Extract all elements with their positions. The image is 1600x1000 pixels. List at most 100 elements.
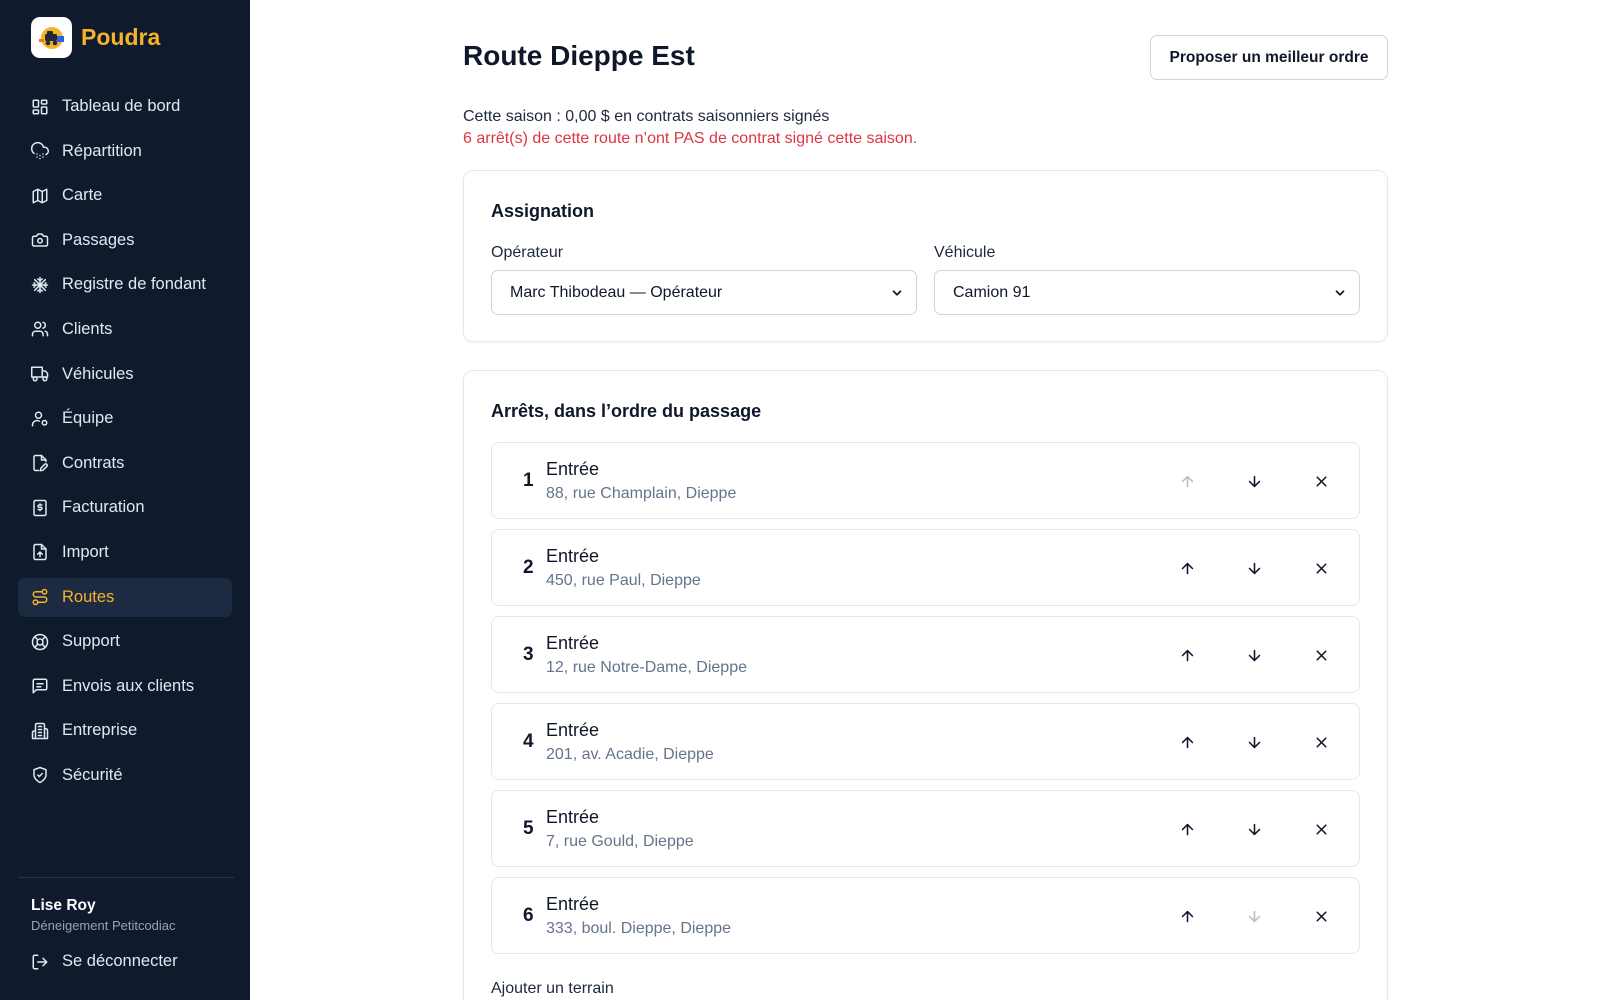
move-down-button[interactable] [1241, 555, 1267, 581]
move-up-button[interactable] [1174, 642, 1200, 668]
move-up-button[interactable] [1174, 903, 1200, 929]
remove-stop-button[interactable] [1308, 642, 1334, 668]
stop-address: 450, rue Paul, Dieppe [546, 572, 701, 589]
stop-name: Entrée [546, 720, 600, 740]
remove-stop-button[interactable] [1308, 903, 1334, 929]
sidebar-item-securite[interactable]: Sécurité [18, 756, 232, 795]
move-down-button[interactable] [1241, 642, 1267, 668]
sidebar-item-repartition[interactable]: Répartition [18, 132, 232, 171]
stop-address: 333, boul. Dieppe, Dieppe [546, 920, 732, 937]
close-icon [1315, 475, 1327, 487]
arrow-down-icon [1248, 562, 1260, 574]
move-up-button[interactable] [1174, 555, 1200, 581]
operator-label: Opérateur [491, 244, 564, 261]
users-icon [31, 321, 49, 337]
stop-number: 1 [523, 470, 534, 491]
close-icon [1315, 823, 1327, 835]
sidebar-item-label: Entreprise [62, 721, 138, 740]
file-edit-icon [33, 455, 48, 472]
move-down-button[interactable] [1241, 468, 1267, 494]
remove-stop-button[interactable] [1308, 816, 1334, 842]
sidebar-item-equipe[interactable]: Équipe [18, 399, 232, 438]
arrow-down-icon [1248, 823, 1260, 835]
sidebar-item-carte[interactable]: Carte [18, 176, 232, 215]
arrow-up-icon [1181, 649, 1193, 661]
sidebar-item-passages[interactable]: Passages [18, 221, 232, 260]
brand[interactable]: Poudra [31, 17, 160, 58]
arrow-up-icon [1181, 910, 1193, 922]
stop-name: Entrée [546, 459, 600, 479]
arrow-down-icon [1248, 910, 1260, 922]
sidebar-item-label: Carte [62, 186, 103, 205]
arrow-up-icon [1181, 475, 1193, 487]
sidebar-item-clients[interactable]: Clients [18, 310, 232, 349]
move-up-button[interactable] [1174, 729, 1200, 755]
remove-stop-button[interactable] [1308, 555, 1334, 581]
shield-icon [33, 767, 47, 784]
remove-stop-button[interactable] [1308, 468, 1334, 494]
stop-row: 3 Entrée 12, rue Notre-Dame, Dieppe [491, 616, 1360, 693]
sidebar-item-entreprise[interactable]: Entreprise [18, 711, 232, 750]
move-down-button[interactable] [1241, 816, 1267, 842]
stop-row: 4 Entrée 201, av. Acadie, Dieppe [491, 703, 1360, 780]
stop-row: 5 Entrée 7, rue Gould, Dieppe [491, 790, 1360, 867]
stop-row: 1 Entrée 88, rue Champlain, Dieppe [491, 442, 1360, 519]
sidebar-item-routes[interactable]: Routes [18, 577, 232, 617]
sidebar-divider [18, 877, 234, 878]
move-up-button[interactable] [1174, 468, 1200, 494]
snowplow-logo-icon [31, 17, 72, 58]
sidebar-item-import[interactable]: Import [18, 533, 232, 572]
stop-address: 7, rue Gould, Dieppe [546, 833, 694, 850]
stop-number: 4 [523, 731, 534, 752]
unsigned-contracts-warning: 6 arrêt(s) de cette route n’ont PAS de c… [463, 130, 918, 147]
sidebar-item-vehicules[interactable]: Véhicules [18, 355, 232, 394]
sidebar-item-registre-de-fondant[interactable]: Registre de fondant [18, 265, 232, 304]
propose-better-order-button[interactable]: Proposer un meilleur ordre [1150, 35, 1388, 80]
sidebar-item-tableau-de-bord[interactable]: Tableau de bord [18, 87, 232, 126]
stop-name: Entrée [546, 633, 600, 653]
sidebar-item-facturation[interactable]: Facturation [18, 488, 232, 527]
logout-button[interactable]: Se déconnecter [31, 952, 178, 971]
close-icon [1315, 910, 1327, 922]
receipt-icon [33, 499, 47, 517]
move-down-button[interactable] [1241, 903, 1267, 929]
sidebar-item-label: Véhicules [62, 364, 134, 383]
move-down-button[interactable] [1241, 729, 1267, 755]
arrow-up-icon [1181, 562, 1193, 574]
sidebar-item-label: Clients [62, 319, 113, 338]
logout-icon [32, 954, 48, 969]
sidebar-item-label: Tableau de bord [62, 97, 181, 115]
sidebar-item-contrats[interactable]: Contrats [18, 444, 232, 483]
cloud-snow-icon [31, 142, 49, 160]
sidebar-item-label: Passages [62, 230, 135, 249]
arrow-down-icon [1248, 649, 1260, 661]
arrow-up-icon [1181, 736, 1193, 748]
logout-label: Se déconnecter [62, 952, 178, 970]
stop-address: 201, av. Acadie, Dieppe [546, 746, 714, 763]
arrow-up-icon [1181, 823, 1193, 835]
user-gear-icon [31, 411, 48, 427]
remove-stop-button[interactable] [1308, 729, 1334, 755]
operator-select[interactable]: Marc Thibodeau — Opérateur [491, 270, 917, 315]
sidebar-item-label: Contrats [62, 453, 125, 472]
operator-select-value: Marc Thibodeau — Opérateur [510, 283, 723, 301]
arrow-down-icon [1248, 736, 1260, 748]
stops-card: Arrêts, dans l’ordre du passage 1 Entrée… [463, 370, 1388, 1000]
stop-address: 12, rue Notre-Dame, Dieppe [546, 659, 747, 676]
move-up-button[interactable] [1174, 816, 1200, 842]
sidebar-item-envois-aux-clients[interactable]: Envois aux clients [18, 667, 232, 706]
vehicle-select[interactable]: Camion 91 [934, 270, 1360, 315]
vehicle-select-value: Camion 91 [953, 283, 1031, 301]
season-summary: Cette saison : 0,00 $ en contrats saison… [463, 108, 830, 125]
sidebar-item-label: Facturation [62, 498, 145, 517]
close-icon [1315, 649, 1327, 661]
vehicle-label: Véhicule [934, 244, 996, 261]
sidebar-item-support[interactable]: Support [18, 622, 232, 661]
message-icon [32, 678, 48, 694]
sidebar-item-label: Équipe [62, 409, 114, 428]
file-upload-icon [33, 544, 47, 561]
stop-name: Entrée [546, 807, 600, 827]
sidebar: Poudra Tableau de bord Répartition Carte… [0, 0, 250, 1000]
chevron-down-icon [892, 289, 902, 296]
stop-number: 2 [523, 557, 534, 578]
